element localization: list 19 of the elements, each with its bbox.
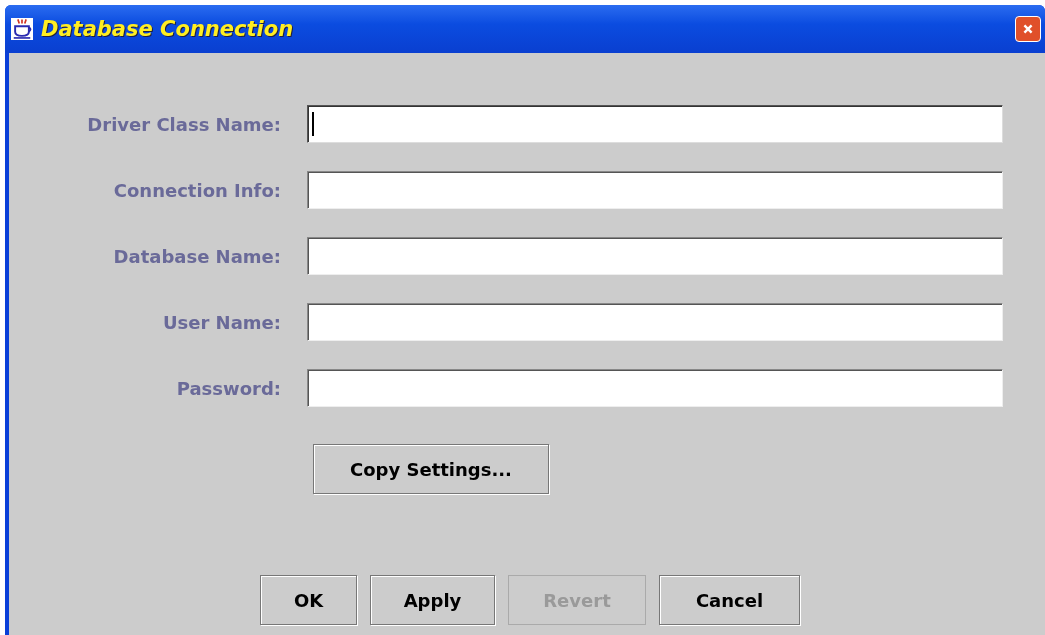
field-label: Database Name: xyxy=(112,245,281,267)
dialog-button[interactable]: Apply xyxy=(370,575,495,625)
text-field[interactable] xyxy=(307,303,1003,341)
copy-settings-button[interactable]: Copy Settings... xyxy=(313,444,549,494)
window-title: Database Connection xyxy=(41,17,295,41)
close-icon xyxy=(1022,23,1034,35)
field-label: Password: xyxy=(175,377,281,399)
coffee-cup-icon xyxy=(11,18,33,40)
text-field[interactable] xyxy=(307,171,1003,209)
field-label: Driver Class Name: xyxy=(86,113,281,135)
dialog-button[interactable]: OK xyxy=(260,575,357,625)
field-label: User Name: xyxy=(161,311,281,333)
text-field[interactable] xyxy=(307,237,1003,275)
text-field[interactable] xyxy=(307,105,1003,143)
text-field[interactable] xyxy=(307,369,1003,407)
dialog-button[interactable]: Cancel xyxy=(659,575,800,625)
text-cursor xyxy=(312,112,314,136)
close-button[interactable] xyxy=(1015,16,1041,42)
field-label: Connection Info: xyxy=(112,179,281,201)
